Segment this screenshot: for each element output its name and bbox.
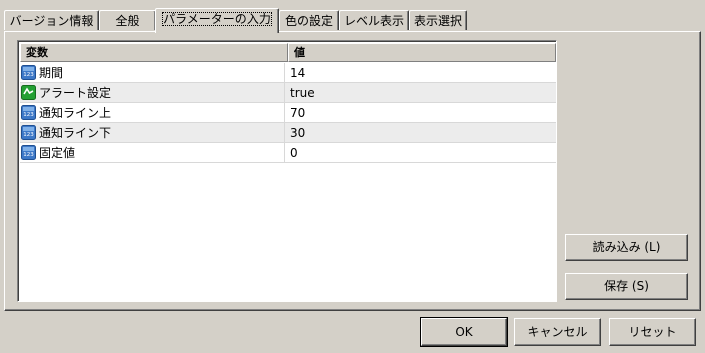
tab-input-parameters[interactable]: パラメーターの入力 [155, 8, 279, 33]
table-row[interactable]: 123 通知ライン下 30 [20, 123, 556, 143]
cancel-button[interactable]: キャンセル [514, 318, 601, 346]
tab-colors-label: 色の設定 [284, 14, 333, 28]
param-name: 通知ライン上 [39, 106, 112, 120]
svg-text:123: 123 [23, 112, 34, 118]
tab-general-label: 全般 [115, 14, 140, 28]
boolean-icon [21, 85, 36, 100]
param-value[interactable]: 30 [290, 123, 305, 142]
table-row[interactable]: 123 固定値 0 [20, 143, 556, 163]
svg-text:123: 123 [23, 152, 34, 158]
param-name-cell[interactable]: 123 期間 [20, 63, 285, 82]
tab-panel: 変数 値 123 期間 14 アラート設定 true 123 通知ライン上 70… [4, 31, 701, 311]
param-name-cell[interactable]: 123 通知ライン上 [20, 103, 285, 122]
tab-levels-label: レベル表示 [343, 14, 404, 28]
load-button[interactable]: 読み込み (L) [565, 234, 688, 261]
column-header-variable[interactable]: 変数 [20, 43, 288, 62]
svg-text:123: 123 [23, 72, 34, 78]
param-name: 固定値 [39, 146, 76, 160]
param-value[interactable]: 0 [290, 143, 298, 162]
integer-icon: 123 [21, 65, 36, 80]
param-value[interactable]: 14 [290, 63, 305, 82]
param-name: 期間 [39, 66, 64, 80]
param-value[interactable]: true [290, 83, 315, 102]
table-row[interactable]: アラート設定 true [20, 83, 556, 103]
integer-icon: 123 [21, 145, 36, 160]
param-value[interactable]: 70 [290, 103, 305, 122]
tab-visualization[interactable]: 表示選択 [409, 10, 467, 30]
parameters-grid: 変数 値 123 期間 14 アラート設定 true 123 通知ライン上 70… [17, 40, 557, 302]
reset-button[interactable]: リセット [609, 318, 696, 346]
param-name-cell[interactable]: アラート設定 [20, 83, 285, 102]
table-row[interactable]: 123 通知ライン上 70 [20, 103, 556, 123]
param-name-cell[interactable]: 123 固定値 [20, 143, 285, 162]
table-row[interactable]: 123 期間 14 [20, 63, 556, 83]
tab-general[interactable]: 全般 [99, 10, 156, 30]
save-button[interactable]: 保存 (S) [565, 273, 688, 300]
tab-visualization-label: 表示選択 [413, 14, 462, 28]
tab-colors[interactable]: 色の設定 [279, 10, 339, 30]
ok-button[interactable]: OK [420, 317, 508, 347]
grid-header: 変数 値 [20, 43, 556, 62]
tab-strip: バージョン情報 全般 パラメーターの入力 色の設定 レベル表示 表示選択 [4, 8, 701, 33]
integer-icon: 123 [21, 125, 36, 140]
param-name: 通知ライン下 [39, 126, 112, 140]
tab-version-info-label: バージョン情報 [9, 14, 94, 28]
svg-text:123: 123 [23, 132, 34, 138]
integer-icon: 123 [21, 105, 36, 120]
tab-input-parameters-label: パラメーターの入力 [162, 12, 272, 26]
tab-version-info[interactable]: バージョン情報 [4, 10, 99, 30]
param-name: アラート設定 [39, 86, 112, 100]
tab-levels[interactable]: レベル表示 [339, 10, 409, 30]
column-header-value[interactable]: 値 [288, 43, 556, 62]
param-name-cell[interactable]: 123 通知ライン下 [20, 123, 285, 142]
